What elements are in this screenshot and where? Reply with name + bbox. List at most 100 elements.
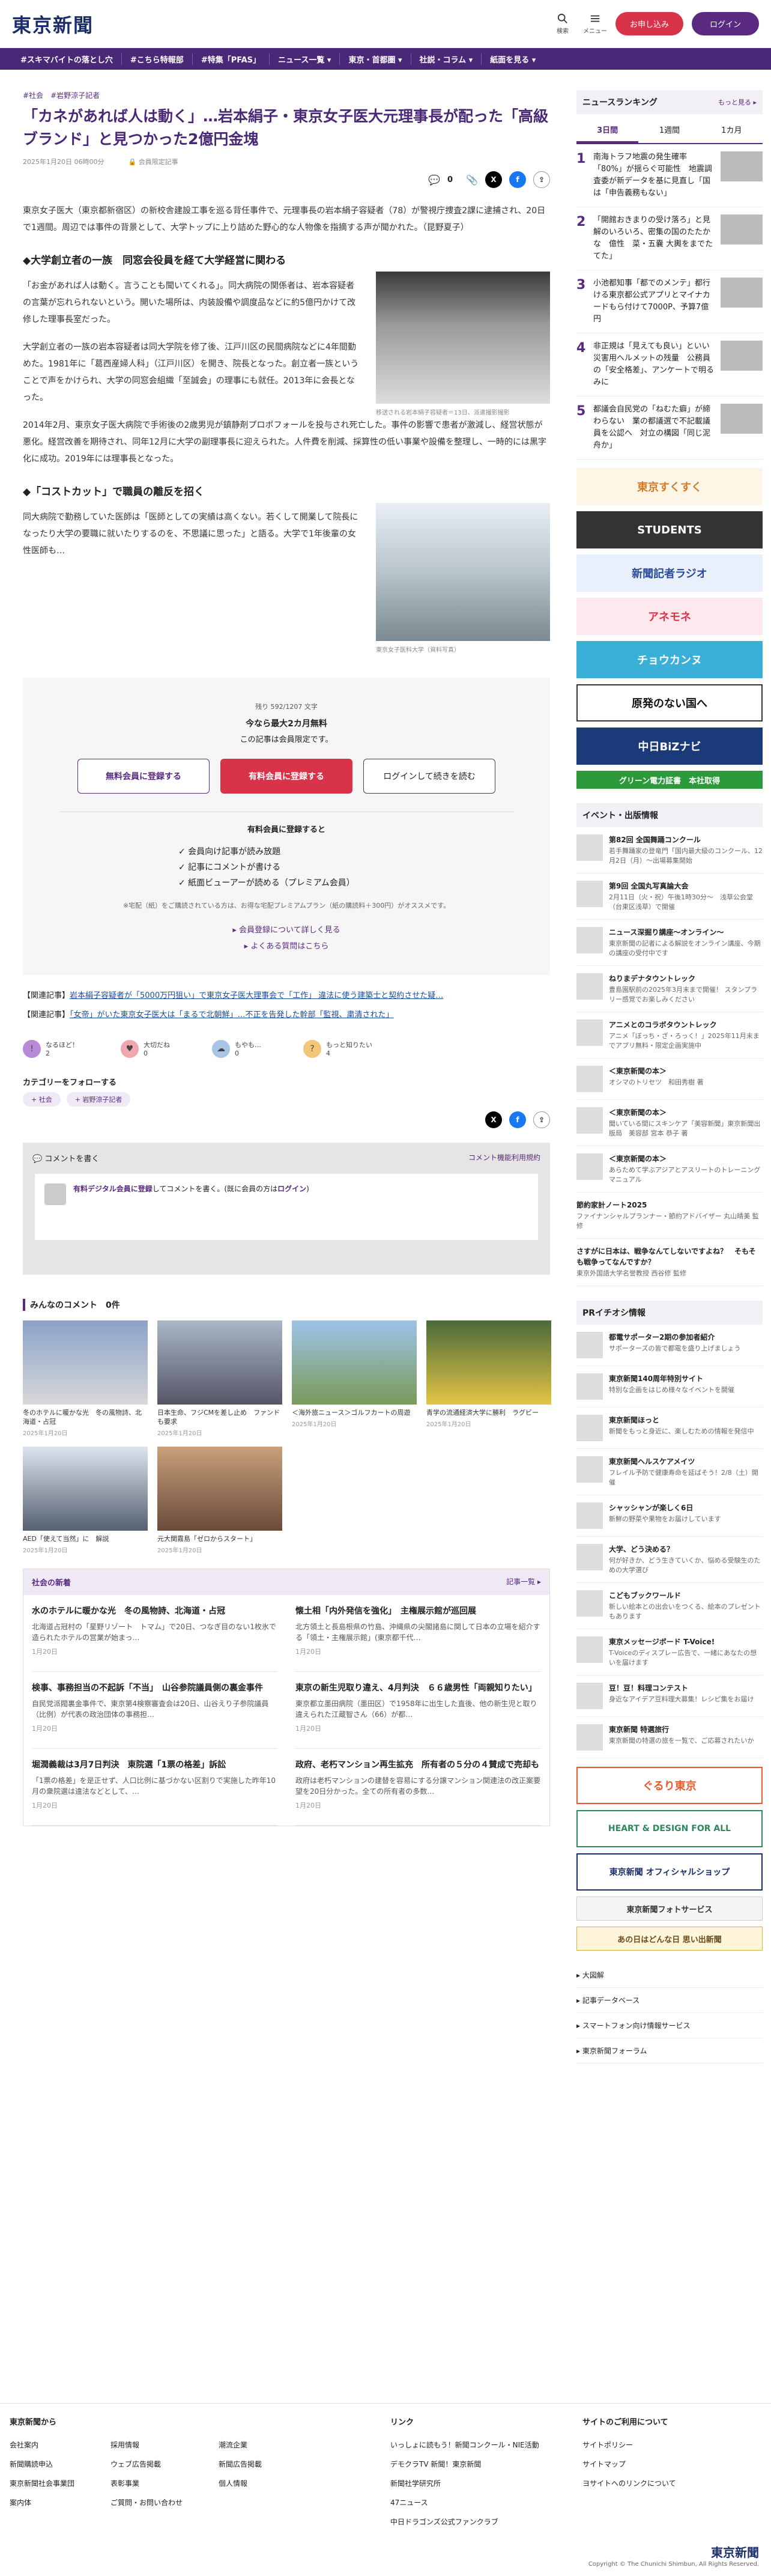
comment-rules-link[interactable]: コメント機能利用規約 — [468, 1152, 540, 1164]
article-photo[interactable] — [376, 272, 550, 404]
photo-card[interactable]: 冬のホテルに暖かな光 冬の風物詩、北海道・占冠 2025年1月20日 — [23, 1320, 148, 1437]
footer-link[interactable]: 東京新聞社会事業団 — [10, 2474, 74, 2493]
paid-register-button[interactable]: 有料会員に登録する — [220, 759, 352, 794]
nav-item[interactable]: 社説・コラム ▾ — [411, 53, 482, 65]
pr-item[interactable]: 豆！豆！料理コンテスト 身近なアイデア豆料理大募集！レシピ集をお届け — [576, 1675, 763, 1717]
ranking-item[interactable]: 1 南海トラフ地震の発生確率「80%」が揺らぐ可能性 地震調査委が新データを基に見… — [576, 144, 763, 207]
footer-link[interactable]: 採用情報 — [110, 2435, 183, 2455]
ranking-item[interactable]: 2 「開館おきまりの受け落ろ」と見解のいろいろ、密集の国のたたかな 億性 菜・五嚢… — [576, 207, 763, 270]
follow-chip[interactable]: + 岩野涼子記者 — [66, 1092, 131, 1107]
ranking-item[interactable]: 4 非正規は「見えても良い」といい災害用へルメットの残量 公務員の「安全格差」、ア… — [576, 333, 763, 396]
site-logo[interactable]: 東京新聞 — [12, 10, 94, 38]
news-item[interactable]: 東京の新生児取り違え、4月判決 ６６歳男性「両親知りたい」 東京都立墨田病院（墨田… — [295, 1672, 541, 1749]
event-item[interactable]: ＜東京新聞の本＞ オシマのトリセツ 和田秀樹 著 — [576, 1059, 763, 1100]
pr-item[interactable]: 大学、どう決める？ 何が好きか、どう生きていくか、悩める受験生のための大学選び — [576, 1537, 763, 1583]
footer-logo[interactable]: 東京新聞 — [711, 2543, 759, 2560]
comment-count-icon[interactable]: 💬 — [428, 174, 440, 186]
footer-link[interactable]: 中日ドラゴンズ公式ファンクラブ — [390, 2512, 539, 2532]
banner-photo-service[interactable]: 東京新聞フォトサービス — [576, 1897, 763, 1921]
pr-item[interactable]: 都電サポーター2期の参加者紹介 サポーターズの皆で都電を盛り上げましょう — [576, 1325, 763, 1366]
footer-link[interactable]: いっしょに読もう！新聞コンクール・NIE活動 — [390, 2435, 539, 2455]
event-item[interactable]: ＜東京新聞の本＞ 聞いている間にスキンケア「美容新聞」東京新聞出版局 美容部 宮本… — [576, 1100, 763, 1146]
footer-link[interactable]: サイトマップ — [582, 2455, 676, 2474]
sidebar-link[interactable]: ▸ 東京新聞フォーラム — [576, 2038, 763, 2064]
sidebar-link[interactable]: ▸ 大図解 — [576, 1963, 763, 1988]
event-item[interactable]: 節約家計ノート2025 ファイナンシャルプランナー・節約アドバイザー 丸山晴美 監… — [576, 1192, 763, 1239]
footer-link[interactable]: 個人情報 — [219, 2474, 262, 2493]
tab-1month[interactable]: 1カ月 — [701, 118, 763, 143]
banner-sukusuku[interactable]: 東京すくすく — [576, 468, 763, 505]
footer-link[interactable]: 47ニュース — [390, 2493, 539, 2512]
pr-item[interactable]: 東京メッセージボード T-Voice! T-Voiceのディスプレー広告で、一緒に… — [576, 1629, 763, 1675]
photo-card[interactable]: ＜海外旅ニュース＞ゴルフカートの周遊 2025年1月20日 — [292, 1320, 417, 1437]
footer-link[interactable]: 表彰事業 — [110, 2474, 183, 2493]
menu-button[interactable]: メニュー — [583, 13, 607, 35]
pr-item[interactable]: 東京新聞 特選旅行 東京新聞の特選の旅を一覧で、ご応募されたいか — [576, 1717, 763, 1758]
nav-item[interactable]: #特集「PFAS」 — [193, 53, 270, 65]
news-item[interactable]: 懐土相「内外発信を強化」 主権展示館が巡回展 北方領土と長島根県の竹島、沖縄県の尖… — [295, 1595, 541, 1672]
comment-login-link[interactable]: ログイン — [277, 1185, 306, 1193]
footer-link[interactable]: 新聞広告掲載 — [219, 2455, 262, 2474]
sidebar-link[interactable]: ▸ スマートフォン向け情報サービス — [576, 2013, 763, 2038]
nav-item[interactable]: ニュース一覧 ▾ — [270, 53, 340, 65]
banner-anemone[interactable]: アネモネ — [576, 598, 763, 635]
event-item[interactable]: 第9回 全国丸写真論大会 2月11日（火・祝）午後1時30分～ 浅草公会堂（台東区… — [576, 873, 763, 920]
x-share-icon[interactable]: X — [485, 1111, 502, 1128]
login-button[interactable]: ログイン — [691, 12, 759, 35]
footer-link[interactable]: 会社案内 — [10, 2435, 74, 2455]
comment-input-area[interactable]: 有料デジタル会員に登録してコメントを書く。(既に会員の方はログイン) — [35, 1174, 538, 1240]
share-icon[interactable]: ⇪ — [533, 1111, 550, 1128]
footer-link[interactable]: ご質問・お問い合わせ — [110, 2493, 183, 2512]
nav-item[interactable]: #こちら特報部 — [122, 53, 193, 65]
event-item[interactable]: アニメとのコラボタウントレック アニメ「ぼっち・ざ・ろっく！」2025年11月末ま… — [576, 1012, 763, 1059]
facebook-share-icon[interactable]: f — [509, 1111, 526, 1128]
tab-3days[interactable]: 3日間 — [576, 118, 639, 143]
event-item[interactable]: ニュース深掘り講座〜オンライン〜 東京新聞の記者による解説をオンライン講座、今期の… — [576, 920, 763, 966]
facebook-share-icon[interactable]: f — [509, 171, 526, 188]
footer-link[interactable]: 潮流企業 — [219, 2435, 262, 2455]
ranking-item[interactable]: 3 小池都知事「都でのメンテ」都行ける東京都公式アプリとマイナカードもら付けて70… — [576, 270, 763, 333]
sidebar-link[interactable]: ▸ 記事データベース — [576, 1988, 763, 2013]
ranking-more-link[interactable]: もっと見る ▸ — [718, 97, 757, 107]
reaction-important[interactable]: ♥ 大切だね 0 — [121, 1040, 170, 1058]
nav-item[interactable]: 東京・首都圏 ▾ — [340, 53, 411, 65]
pr-item[interactable]: 東京新聞ほっと 新聞をもっと身近に、楽しむための情報を発信中 — [576, 1408, 763, 1449]
news-item[interactable]: 水のホテルに暖かな光 冬の風物詩、北海道・占冠 北海道占冠村の「星野リゾート トマ… — [32, 1595, 277, 1672]
membership-info-link[interactable]: ▸ 会員登録について詳しく見る — [59, 923, 514, 935]
photo-card[interactable]: 青学の流通経済大学に勝利 ラグビー 2025年1月20日 — [426, 1320, 551, 1437]
footer-link[interactable]: ウェブ広告掲載 — [110, 2455, 183, 2474]
event-item[interactable]: ＜東京新聞の本＞ あらためて学ぶアジアとアスリートのトレーニングマニュアル — [576, 1146, 763, 1192]
x-share-icon[interactable]: X — [485, 171, 502, 188]
pr-item[interactable]: 東京新聞140周年特別サイト 特別な企画をはじめ様々なイベントを開催 — [576, 1366, 763, 1408]
footer-link[interactable]: 案内体 — [10, 2493, 74, 2512]
tag-link[interactable]: #岩野涼子記者 — [50, 90, 100, 100]
tab-1week[interactable]: 1週間 — [638, 118, 700, 143]
reaction-confused[interactable]: ☁ もやも… 0 — [212, 1040, 261, 1058]
banner-chokanu[interactable]: チョウカンヌ — [576, 641, 763, 678]
photo-card[interactable]: 日本生命、フジCMを差し止め ファンドも要求 2025年1月20日 — [157, 1320, 282, 1437]
search-button[interactable]: 検索 — [551, 13, 575, 35]
related-link[interactable]: 岩本絹子容疑者が「5000万円狙い」で東京女子医大理事会で「工作」 違法に使う建… — [70, 991, 443, 1000]
pr-item[interactable]: こどもブックワールド 新しい絵本との出会いをつくる、絵本のプレゼントもあります — [576, 1583, 763, 1629]
event-item[interactable]: さすがに日本は、戦争なんてしないですよね？ そもそも戦争ってなんですか？ 東京外国… — [576, 1239, 763, 1286]
reaction-insightful[interactable]: ! なるほど！ 2 — [23, 1040, 79, 1058]
banner-radio[interactable]: 新聞記者ラジオ — [576, 554, 763, 592]
article-photo[interactable] — [376, 503, 550, 641]
event-item[interactable]: ねりまデナタウントレック 豊島園駅前の2025年3月末まで開催！ スタンプラリー感… — [576, 966, 763, 1012]
login-to-read-button[interactable]: ログインして続きを読む — [363, 759, 495, 794]
related-link[interactable]: 「女帝」がいた東京女子医大は「まるで北朝鮮」…不正を告発した幹部「監視、粛清され… — [70, 1010, 394, 1019]
pr-item[interactable]: 東京新聞ヘルスケアメイツ フレイル予防で健康寿命を延ばそう！2/8（土）開催 — [576, 1449, 763, 1495]
banner-bizunavi[interactable]: 中日BiZナビ — [576, 728, 763, 765]
follow-chip[interactable]: + 社会 — [23, 1092, 61, 1107]
photo-card[interactable]: 元大関霧島「ゼロからスタート」 2025年1月20日 — [157, 1447, 282, 1554]
news-item[interactable]: 検事、事務担当の不起訴「不当」 山谷参院議員側の裏金事件 自民党派閥裏金事件で、東… — [32, 1672, 277, 1749]
nav-item[interactable]: 紙面を見る ▾ — [482, 53, 544, 65]
nav-item[interactable]: #スキマバイトの落とし穴 — [12, 53, 122, 65]
footer-link[interactable]: 新聞購読申込 — [10, 2455, 74, 2474]
reaction-want-more[interactable]: ? もっと知りたい 4 — [303, 1040, 372, 1058]
footer-link[interactable]: サイトポリシー — [582, 2435, 676, 2455]
banner-heart-design[interactable]: HEART & DESIGN FOR ALL — [576, 1810, 763, 1847]
banner-official-shop[interactable]: 東京新聞 オフィシャルショップ — [576, 1853, 763, 1891]
tag-link[interactable]: #社会 — [23, 90, 43, 100]
ranking-item[interactable]: 5 都議会自民党の「ねむた癖」が締わらない 業の都議選で不記載議員を公認へ 対立の… — [576, 396, 763, 460]
